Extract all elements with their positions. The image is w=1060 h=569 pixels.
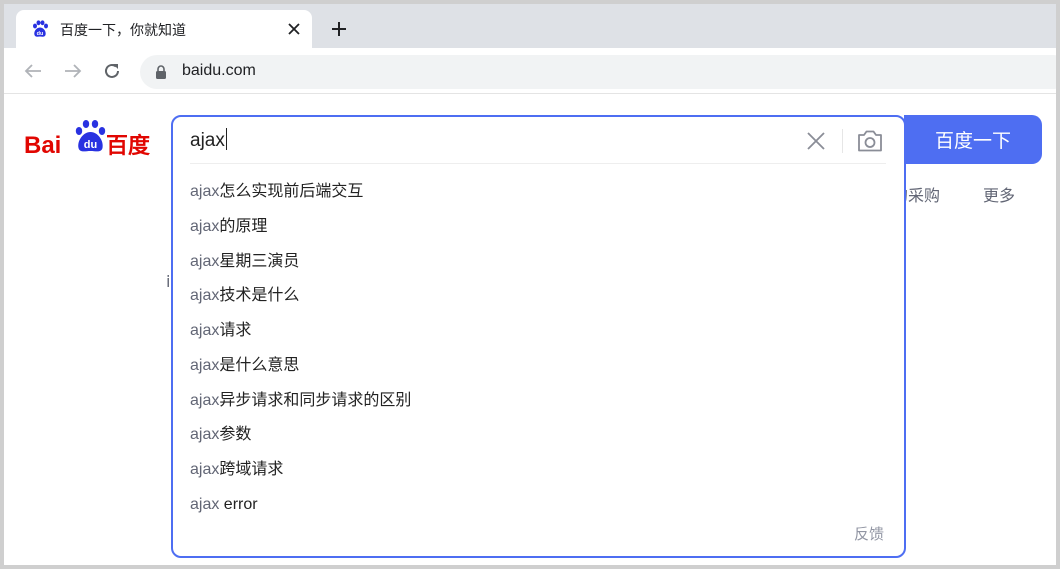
suggestion-item[interactable]: ajax请求 [173,314,904,349]
tab-baidu[interactable]: du 百度一下，你就知道 [16,10,312,48]
suggestion-query-part: ajax [190,217,220,235]
suggestion-query-part: ajax [190,287,220,305]
close-icon [288,23,300,35]
logo-text-bai: Bai [24,132,61,159]
divider [190,163,886,164]
reload-button[interactable] [101,60,123,82]
svg-text:du: du [37,31,44,37]
new-tab-button[interactable] [326,16,352,42]
suggestion-query-part: ajax [190,322,220,339]
suggestion-rest-part: 请求 [219,322,252,339]
suggestion-item[interactable]: ajax error [173,488,904,523]
suggestion-rest-part: 参数 [219,426,252,444]
feedback-link[interactable]: 反馈 [854,523,884,544]
divider [842,129,843,153]
text-caret [225,128,227,150]
back-button[interactable] [22,60,44,82]
suggestion-rest-part: 的原理 [219,217,268,235]
suggestion-query-part: ajax [190,495,220,513]
search-query-text: ajax [190,130,225,151]
search-box: ajax ajax怎么实现前后端交互 ajax的原理 ajax星期三演员 ajax技术… [171,115,906,558]
suggestion-item[interactable]: ajax是什么意思 [173,349,904,384]
address-bar[interactable]: baidu.com [140,55,1056,89]
baidu-paw-icon: du [75,120,106,152]
suggestion-rest-part: 星期三演员 [219,252,300,270]
logo-text-du: du [84,139,97,151]
suggestion-rest-part: 异步请求和同步请求的区别 [219,391,412,409]
suggestion-item[interactable]: ajax技术是什么 [173,279,904,314]
url-text: baidu.com [182,62,256,79]
camera-icon[interactable] [856,128,884,154]
browser-window: du 百度一下，你就知道 baidu.com Bai du 百度 的采购 更多 … [0,0,1060,569]
suggestion-query-part: ajax [190,426,220,444]
forward-button[interactable] [62,60,84,82]
suggestion-item[interactable]: ajax异步请求和同步请求的区别 [173,384,904,419]
suggestion-rest-part: 技术是什么 [219,287,300,305]
tab-strip: du 百度一下，你就知道 [4,4,1056,48]
suggestion-item[interactable]: ajax星期三演员 [173,245,904,280]
browser-toolbar: baidu.com [4,48,1056,94]
search-input[interactable]: ajax [190,127,227,155]
tab-close-button[interactable] [284,19,304,39]
nav-link-more[interactable]: 更多 [983,182,1015,206]
suggestion-rest-part: 是什么意思 [219,356,300,374]
logo-text-baidu-cn: 百度 [106,133,151,159]
reload-icon [105,63,119,78]
suggestion-list: ajax怎么实现前后端交互 ajax的原理 ajax星期三演员 ajax技术是什么 aj… [173,175,904,523]
suggestion-query-part: ajax [190,183,220,200]
partial-text: i [166,272,171,291]
suggestion-rest-part: error [219,495,258,513]
suggestion-query-part: ajax [190,391,220,409]
tab-title: 百度一下，你就知道 [60,23,186,39]
suggestion-item[interactable]: ajax参数 [173,418,904,453]
suggestion-query-part: ajax [190,461,220,478]
suggestion-item[interactable]: ajax怎么实现前后端交互 [173,175,904,210]
suggestion-rest-part: 怎么实现前后端交互 [219,183,364,200]
suggestion-item[interactable]: ajax的原理 [173,210,904,245]
plus-icon [332,22,346,36]
suggestion-item[interactable]: ajax跨域请求 [173,453,904,488]
baidu-page: Bai du 百度 的采购 更多 i 百度一下 ajax ajax怎么实现前后端… [4,95,1056,565]
lock-icon [156,65,166,79]
baidu-paw-icon: du [33,20,48,37]
search-button[interactable]: 百度一下 [904,115,1042,164]
arrow-right-icon [65,64,82,78]
suggestion-query-part: ajax [190,252,220,270]
arrow-left-icon [24,64,41,78]
clear-icon[interactable] [805,130,827,152]
suggestion-rest-part: 跨域请求 [219,461,284,478]
suggestion-query-part: ajax [190,356,220,374]
baidu-logo[interactable]: Bai du 百度 [24,117,154,161]
